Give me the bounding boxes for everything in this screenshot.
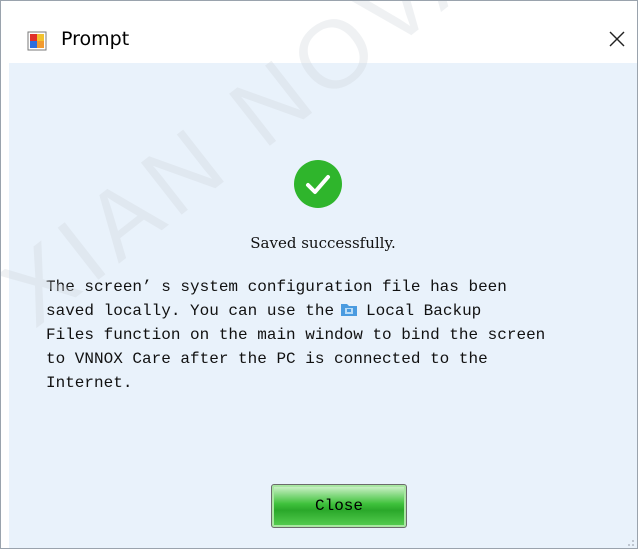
window-close-button[interactable] [597,23,637,59]
message-line-5: Internet. [46,374,133,392]
message-line-1: The screen’ s system configuration file … [46,278,507,296]
local-backup-folder-icon [340,301,358,317]
message-title: Saved successfully. [250,234,396,252]
success-check-icon [292,158,344,210]
close-button[interactable]: Close [271,484,407,528]
message-line-2: saved locally. You can use the Local Back… [46,299,631,323]
prompt-dialog: Prompt Saved successfully. The screen’ s… [0,0,638,549]
window-title: Prompt [61,28,130,50]
title-bar[interactable]: Prompt [1,1,637,63]
message-line-4: to VNNOX Care after the PC is connected … [46,350,488,368]
message-line-2-feature: Local Backup [366,302,482,320]
message-line-2-text: saved locally. You can use the [46,302,335,320]
close-icon [608,30,626,53]
app-icon [27,31,47,51]
message-body: The screen’ s system configuration file … [46,275,631,395]
message-line-3: Files function on the main window to bin… [46,326,546,344]
resize-grip-icon[interactable] [623,534,635,546]
dialog-body: Saved successfully. The screen’ s system… [9,63,637,548]
